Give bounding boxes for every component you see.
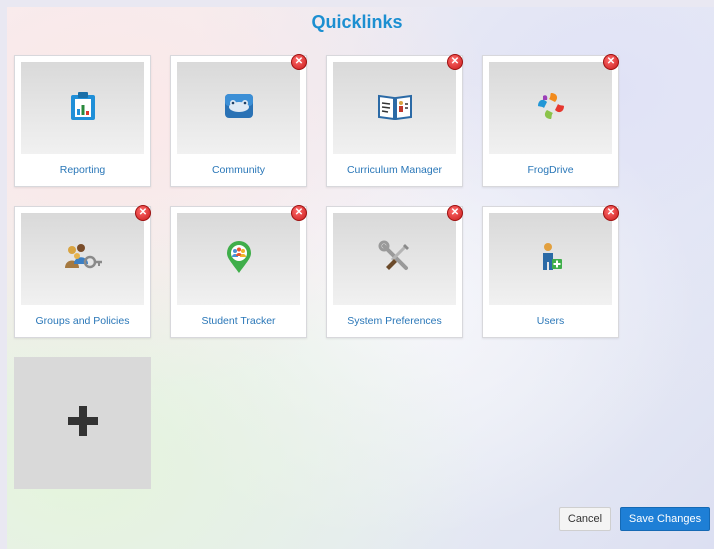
frogdrive-logo-icon	[535, 90, 567, 127]
tools-icon	[378, 240, 412, 279]
people-key-icon	[63, 242, 103, 277]
remove-tile-button[interactable]: ✕	[603, 205, 619, 221]
tile-icon-area	[489, 62, 612, 154]
page-title: Quicklinks	[311, 12, 403, 32]
add-quicklink-button[interactable]	[14, 357, 151, 489]
tile-label: System Preferences	[347, 315, 442, 327]
tile-label: FrogDrive	[527, 164, 574, 176]
map-pin-people-icon	[225, 240, 253, 279]
tile-curriculum-manager[interactable]: Curriculum Manager ✕	[326, 54, 463, 187]
cancel-button[interactable]: Cancel	[559, 507, 611, 531]
remove-tile-button[interactable]: ✕	[447, 205, 463, 221]
open-book-icon	[377, 92, 413, 125]
tile-groups-and-policies[interactable]: Groups and Policies ✕	[14, 205, 151, 338]
remove-tile-button[interactable]: ✕	[135, 205, 151, 221]
tile-frogdrive[interactable]: FrogDrive ✕	[482, 54, 619, 187]
tile-system-preferences[interactable]: System Preferences ✕	[326, 205, 463, 338]
tile-community[interactable]: Community ✕	[170, 54, 307, 187]
tile-users[interactable]: Users ✕	[482, 205, 619, 338]
tile-label: Groups and Policies	[35, 315, 130, 327]
clipboard-chart-icon	[69, 91, 97, 126]
frog-mask-icon	[224, 93, 254, 124]
tile-icon-area	[21, 62, 144, 154]
tile-student-tracker[interactable]: Student Tracker ✕	[170, 205, 307, 338]
tile-icon-area	[333, 213, 456, 305]
tile-label: Student Tracker	[201, 315, 276, 327]
tile-label: Community	[211, 164, 266, 176]
add-user-icon	[539, 242, 563, 277]
tile-icon-area	[489, 213, 612, 305]
tile-icon-area	[177, 213, 300, 305]
save-changes-button[interactable]: Save Changes	[620, 507, 710, 531]
remove-tile-button[interactable]: ✕	[291, 54, 307, 70]
remove-tile-button[interactable]: ✕	[603, 54, 619, 70]
tile-icon-area	[333, 62, 456, 154]
remove-tile-button[interactable]: ✕	[291, 205, 307, 221]
tile-label: Reporting	[59, 164, 106, 176]
tile-label: Curriculum Manager	[346, 164, 443, 176]
remove-tile-button[interactable]: ✕	[447, 54, 463, 70]
plus-icon	[66, 404, 100, 443]
tile-label: Users	[536, 315, 565, 327]
tile-reporting[interactable]: Reporting	[14, 55, 151, 187]
tile-icon-area	[177, 62, 300, 154]
tile-icon-area	[21, 213, 144, 305]
